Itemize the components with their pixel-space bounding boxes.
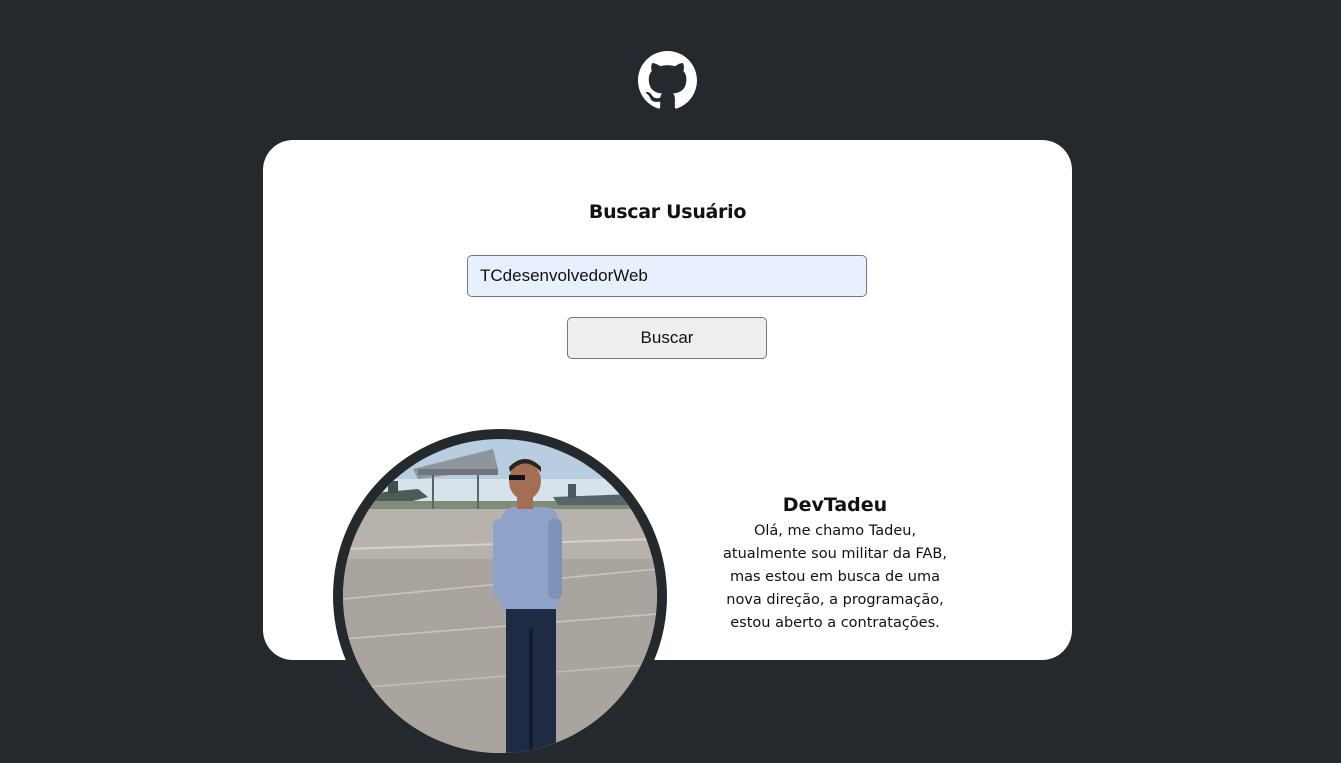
profile-bio: Olá, me chamo Tadeu, atualmente sou mili… [723,523,947,631]
github-icon [638,51,697,110]
search-card: Buscar Usuário Buscar [263,140,1072,763]
profile-name: DevTadeu [782,494,888,516]
search-button[interactable]: Buscar [567,317,767,359]
avatar-ring [333,429,667,763]
search-input[interactable] [467,255,867,297]
avatar [343,439,657,753]
page-title: Buscar Usuário [588,201,747,223]
